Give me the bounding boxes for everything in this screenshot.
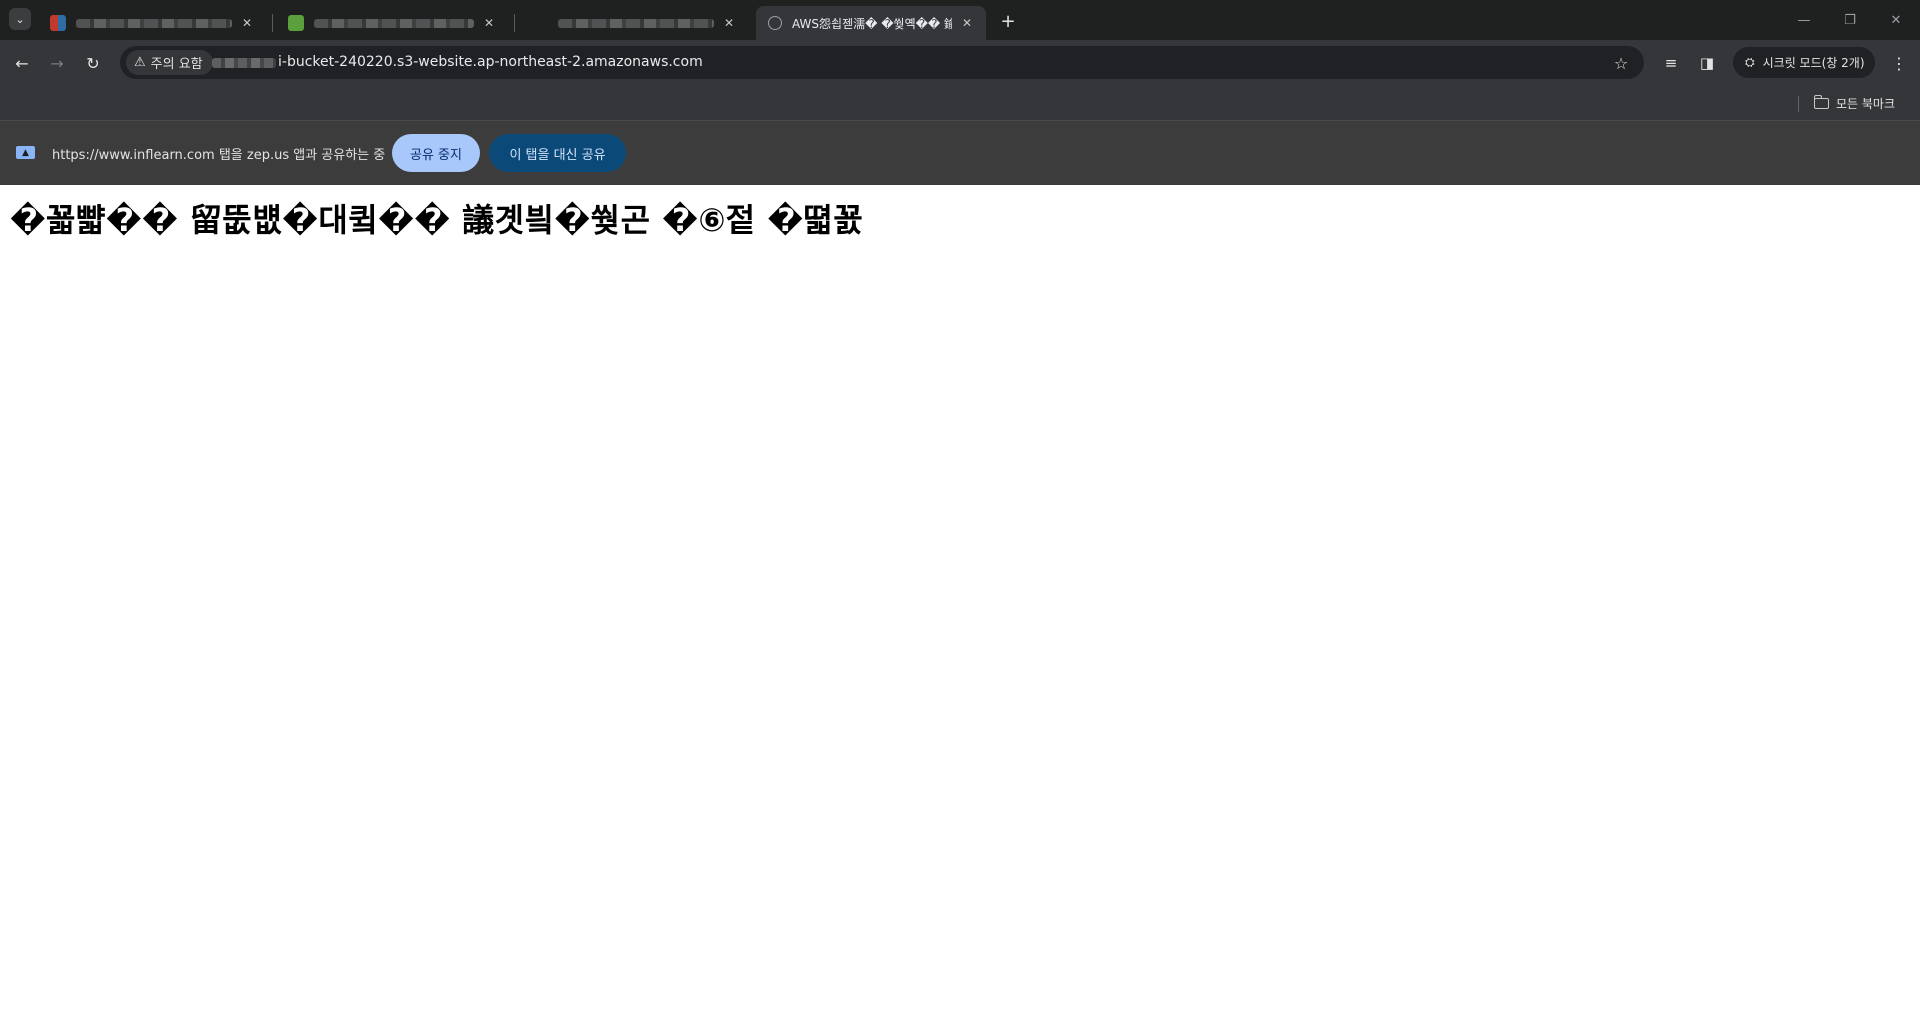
share-this-tab-button[interactable]: 이 탭을 대신 공유	[489, 134, 626, 172]
side-panel-button[interactable]: ◨	[1694, 50, 1720, 76]
window-close-button[interactable]: ✕	[1884, 8, 1908, 32]
media-controls-button[interactable]: ≡	[1658, 50, 1684, 76]
close-icon[interactable]: ✕	[720, 14, 738, 32]
url-text[interactable]: i-bucket-240220.s3-website.ap-northeast-…	[278, 54, 703, 70]
security-chip[interactable]: ⚠ 주의 요함	[126, 50, 213, 75]
browser-toolbar: ← → ↻ ⚠ 주의 요함 i-bucket-240220.s3-website…	[0, 40, 1920, 85]
restore-icon: ❐	[1844, 12, 1856, 28]
tab-sharing-infobar: ▲ https://www.inflearn.com 탭을 zep.us 앱과 …	[0, 121, 1920, 185]
stop-sharing-button[interactable]: 공유 중지	[392, 134, 480, 172]
tab-separator	[514, 14, 515, 32]
browser-menu-button[interactable]: ⋮	[1886, 50, 1912, 76]
reload-button[interactable]: ↻	[80, 50, 106, 76]
tab-favicon-icon	[50, 15, 66, 31]
tab-strip: ⌄ ✕ ✕ ✕ AWS怨쇱젣濡� �쒖옉�� 鍮 ✕ + — ❐ ✕	[0, 0, 1920, 40]
tab-2[interactable]: ✕	[276, 6, 508, 40]
all-bookmarks-label: 모든 북마크	[1836, 96, 1896, 111]
tab-favicon-icon	[532, 15, 548, 31]
close-icon: ✕	[1890, 12, 1902, 28]
tab-3[interactable]: ✕	[520, 6, 748, 40]
close-icon[interactable]: ✕	[480, 14, 498, 32]
bookmark-star-button[interactable]: ☆	[1610, 52, 1632, 74]
tab-title-blurred	[314, 18, 474, 28]
back-button[interactable]: ←	[9, 50, 35, 76]
forward-button[interactable]: →	[44, 50, 70, 76]
reload-icon: ↻	[86, 53, 100, 73]
tab-separator	[272, 14, 273, 32]
arrow-right-icon: →	[50, 53, 64, 73]
folder-icon	[1813, 94, 1829, 109]
more-vert-icon: ⋮	[1891, 53, 1907, 73]
tab-title-blurred	[558, 18, 714, 28]
plus-icon: +	[1000, 10, 1016, 32]
incognito-icon: ⛭	[1745, 55, 1755, 69]
globe-icon	[768, 16, 782, 30]
chevron-down-icon: ⌄	[15, 12, 25, 26]
all-bookmarks-button[interactable]: 모든 북마크	[1813, 91, 1896, 115]
bookmarks-separator	[1798, 96, 1799, 112]
star-icon: ☆	[1613, 53, 1629, 73]
tab-title: AWS怨쇱젣濡� �쒖옉�� 鍮	[792, 16, 952, 31]
bookmarks-bar: 모든 북마크	[0, 85, 1920, 121]
arrow-left-icon: ←	[15, 53, 29, 73]
side-panel-icon: ◨	[1699, 54, 1715, 72]
share-arrow-icon: ▲	[22, 147, 29, 158]
new-tab-button[interactable]: +	[996, 9, 1020, 33]
close-icon[interactable]: ✕	[958, 14, 976, 32]
incognito-label: 시크릿 모드(창 2개)	[1762, 56, 1865, 70]
tab-1[interactable]: ✕	[38, 6, 266, 40]
close-icon[interactable]: ✕	[238, 14, 256, 32]
address-bar[interactable]: ⚠ 주의 요함 i-bucket-240220.s3-website.ap-no…	[120, 46, 1644, 79]
screen-share-icon: ▲	[16, 146, 35, 159]
tab-title-blurred	[76, 18, 232, 28]
sharing-message: https://www.inflearn.com 탭을 zep.us 앱과 공유…	[52, 148, 386, 163]
page-heading: �꾧뺣�� 留뚮뱺�대큌�� 議곗빀�쒖곤 �⑥젙 �뗣꾨	[10, 201, 864, 239]
page-content: �꾧뺣�� 留뚮뱺�대큌�� 議곗빀�쒖곤 �⑥젙 �뗣꾨	[0, 185, 1920, 1032]
media-controls-icon: ≡	[1664, 54, 1678, 72]
tab-search-button[interactable]: ⌄	[9, 8, 31, 30]
warning-icon: ⚠	[134, 55, 146, 70]
url-blurred-part	[212, 58, 276, 68]
tab-favicon-icon	[288, 15, 304, 31]
security-label: 주의 요함	[150, 57, 203, 72]
minimize-button[interactable]: —	[1792, 8, 1816, 32]
restore-button[interactable]: ❐	[1838, 8, 1862, 32]
tab-active[interactable]: AWS怨쇱젣濡� �쒖옉�� 鍮 ✕	[756, 6, 986, 40]
minimize-icon: —	[1797, 12, 1811, 28]
incognito-indicator[interactable]: ⛭ 시크릿 모드(창 2개)	[1733, 47, 1875, 78]
